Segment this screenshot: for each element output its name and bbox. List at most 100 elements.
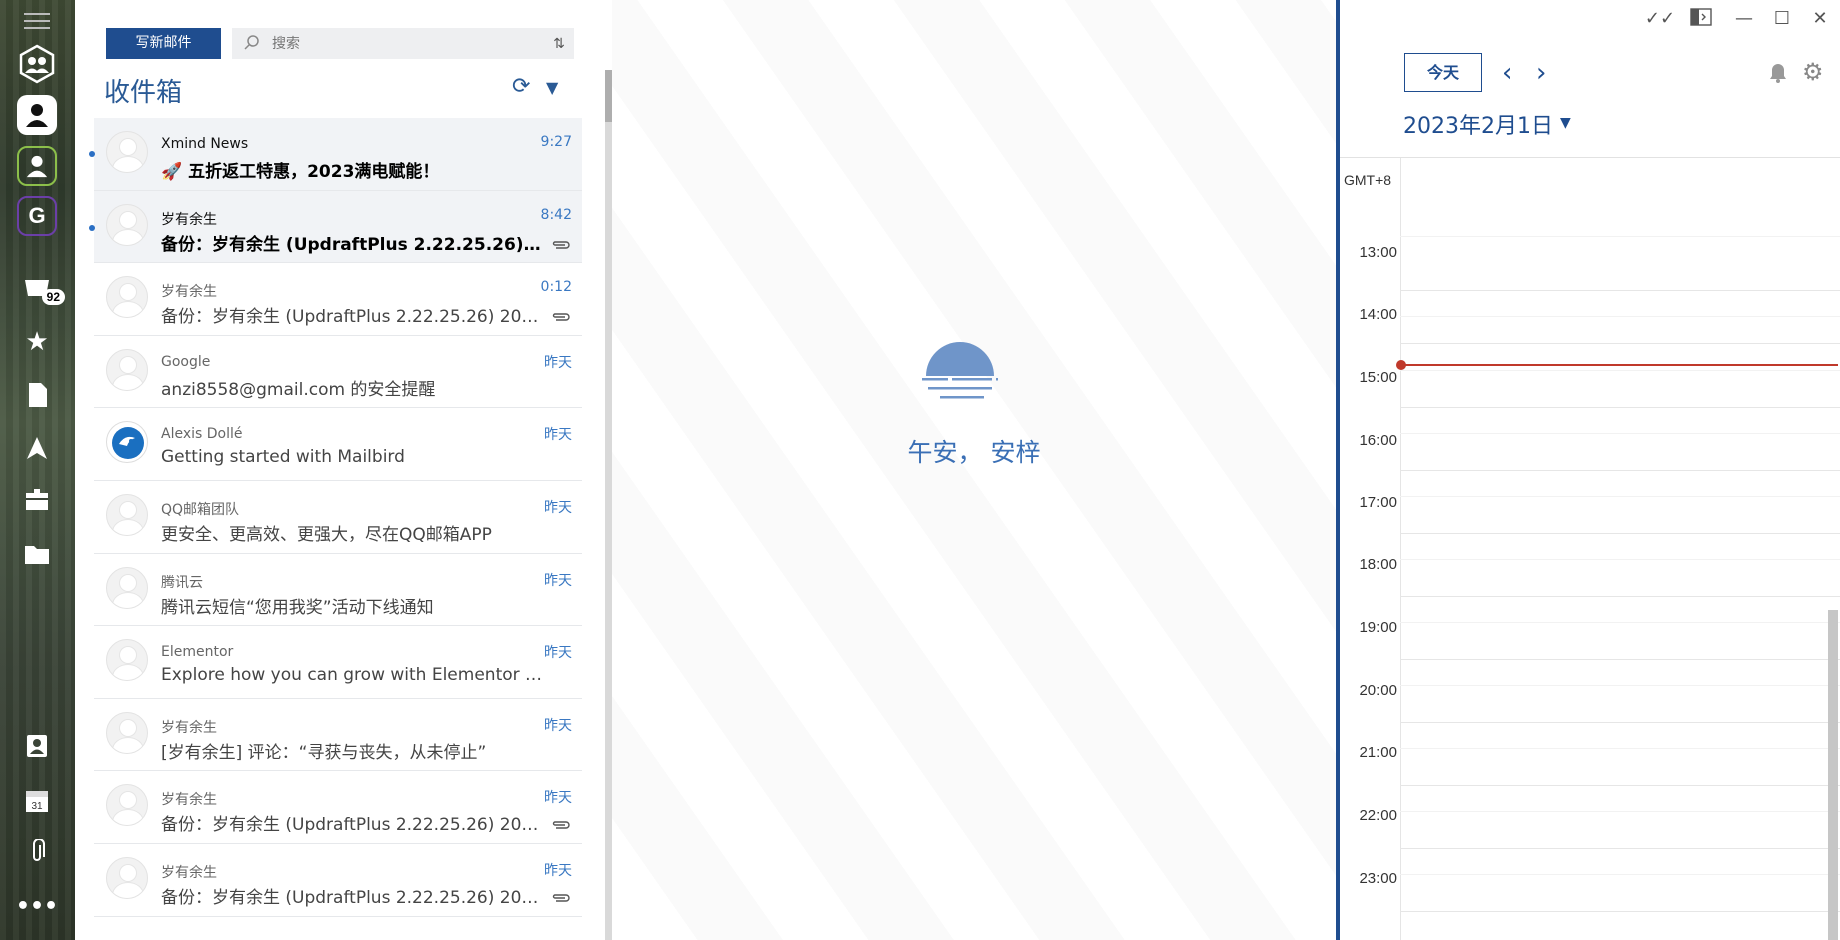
search-input[interactable]	[260, 28, 544, 59]
day-grid[interactable]	[1400, 158, 1840, 940]
hour-line	[1400, 407, 1840, 408]
message-sender: Google	[161, 353, 211, 370]
hour-line	[1400, 470, 1840, 471]
bell-icon[interactable]	[1768, 62, 1788, 89]
contacts-icon[interactable]	[17, 726, 57, 766]
hour-line	[1400, 785, 1840, 786]
archive-icon[interactable]	[17, 480, 57, 520]
compose-button[interactable]: 写新邮件	[106, 28, 221, 59]
message-list-pane: 写新邮件 ⇅ 收件箱 ⟳ ▼ Xmind News 🚀 五折返工特惠，2023满…	[75, 0, 613, 940]
message-sender: 岁有余生	[161, 792, 217, 809]
today-button[interactable]: 今天	[1404, 53, 1482, 92]
sender-avatar	[106, 276, 148, 319]
account-3-google-avatar[interactable]: G	[17, 196, 57, 236]
more-icon[interactable]: •••	[16, 886, 58, 926]
calendar-date-title[interactable]: 2023年2月1日	[1403, 108, 1553, 140]
message-row[interactable]: Xmind News 🚀 五折返工特惠，2023满电赋能！ 9:27	[94, 118, 582, 191]
hour-line	[1400, 911, 1840, 912]
account-2-avatar[interactable]	[17, 146, 57, 186]
drafts-icon[interactable]	[17, 375, 57, 415]
hamburger-menu-icon[interactable]	[17, 6, 57, 36]
message-sender: 岁有余生	[161, 284, 217, 301]
half-hour-line	[1400, 685, 1840, 686]
gear-icon[interactable]: ⚙	[1802, 58, 1824, 86]
message-row[interactable]: 岁有余生 [岁有余生] 评论：“寻获与丧失，从未停止” 昨天	[94, 699, 582, 772]
sort-icon[interactable]: ⇅	[544, 36, 574, 52]
left-rail: G 92 ★ 31 •••	[0, 0, 75, 940]
message-sender: 岁有余生	[161, 864, 217, 881]
sunset-illustration-icon	[922, 342, 998, 399]
hour-label: 19:00	[1359, 619, 1397, 636]
message-sender: QQ邮箱团队	[161, 501, 240, 518]
half-hour-line	[1400, 236, 1840, 237]
mark-all-read-icon[interactable]: ✓✓	[1640, 8, 1680, 32]
message-list: Xmind News 🚀 五折返工特惠，2023满电赋能！ 9:27 岁有余生 …	[94, 118, 582, 917]
sender-avatar	[106, 639, 148, 682]
message-subject: 🚀 五折返工特惠，2023满电赋能！	[161, 162, 440, 182]
attachments-icon[interactable]	[17, 832, 57, 872]
chevron-left-icon[interactable]: ‹	[1502, 58, 1512, 88]
mailbird-window: G 92 ★ 31 ••• 写新邮件 搜索 ⇅ 收件箱 ⟳ ▼ Xmind Ne…	[0, 0, 1840, 940]
message-sender: Alexis Dollé	[161, 426, 243, 443]
message-time: 8:42	[540, 206, 572, 223]
maximize-icon[interactable]: ☐	[1762, 8, 1802, 32]
message-time: 昨天	[544, 499, 572, 516]
unread-dot	[89, 225, 95, 231]
folders-icon[interactable]	[17, 534, 57, 574]
hour-label: 14:00	[1359, 306, 1397, 323]
sender-avatar	[106, 131, 148, 173]
hour-line	[1400, 596, 1840, 597]
unified-accounts-icon[interactable]	[17, 44, 57, 84]
message-row[interactable]: Elementor Explore how you can grow with …	[94, 626, 582, 699]
starred-icon[interactable]: ★	[17, 322, 57, 362]
calendar-31-icon[interactable]: 31	[17, 780, 57, 820]
sender-avatar	[106, 856, 148, 899]
message-sender: 腾讯云	[161, 574, 203, 591]
toggle-pane-icon[interactable]	[1681, 8, 1721, 32]
folder-title: 收件箱	[104, 78, 183, 108]
message-row[interactable]: 岁有余生 备份：岁有余生 (UpdraftPlus 2.22.25.26) 20…	[94, 844, 582, 917]
sender-avatar	[106, 203, 148, 246]
hour-label: 21:00	[1359, 744, 1397, 761]
current-time-dot	[1396, 360, 1406, 370]
minimize-icon[interactable]: —	[1724, 8, 1764, 32]
chevron-down-icon[interactable]: ▼	[1560, 115, 1571, 131]
message-subject: Explore how you can grow with Elementor …	[161, 665, 546, 686]
paperclip-icon	[552, 307, 570, 326]
message-row[interactable]: 岁有余生 备份：岁有余生 (UpdraftPlus 2.22.25.26) 20…	[94, 190, 582, 264]
message-row[interactable]: 岁有余生 备份：岁有余生 (UpdraftPlus 2.22.25.26) 20…	[94, 771, 582, 844]
message-row[interactable]: Alexis Dollé Getting started with Mailbi…	[94, 408, 582, 481]
calendar-scrollbar[interactable]	[1828, 610, 1838, 940]
message-row[interactable]: 岁有余生 备份：岁有余生 (UpdraftPlus 2.22.25.26) 20…	[94, 263, 582, 336]
folder-dropdown-icon[interactable]: ▼	[546, 78, 558, 97]
message-row[interactable]: Google anzi8558@gmail.com 的安全提醒 昨天	[94, 336, 582, 409]
message-row[interactable]: 腾讯云 腾讯云短信“您用我奖”活动下线通知 昨天	[94, 554, 582, 627]
message-subject: [岁有余生] 评论：“寻获与丧失，从未停止”	[161, 742, 487, 763]
hour-label: 18:00	[1359, 556, 1397, 573]
hour-line	[1400, 343, 1840, 344]
hour-line	[1400, 290, 1840, 291]
hour-line	[1400, 533, 1840, 534]
close-icon[interactable]: ✕	[1800, 8, 1840, 32]
message-sender: Xmind News	[161, 136, 249, 152]
message-row[interactable]: QQ邮箱团队 更安全、更高效、更强大，尽在QQ邮箱APP 昨天	[94, 481, 582, 554]
hour-line	[1400, 722, 1840, 723]
current-time-line	[1400, 364, 1838, 366]
hour-label: 22:00	[1359, 807, 1397, 824]
search-icon	[244, 34, 260, 54]
chevron-right-icon[interactable]: ›	[1536, 58, 1546, 88]
message-time: 昨天	[544, 862, 572, 879]
message-subject: anzi8558@gmail.com 的安全提醒	[161, 379, 436, 400]
hour-line	[1400, 848, 1840, 849]
message-sender: Elementor	[161, 644, 234, 661]
sender-avatar	[106, 711, 148, 754]
message-time: 昨天	[544, 645, 572, 662]
account-1-avatar[interactable]	[17, 95, 57, 135]
unread-dot	[89, 151, 95, 157]
message-subject: 备份：岁有余生 (UpdraftPlus 2.22.25.26) 2023...	[161, 815, 546, 836]
refresh-icon[interactable]: ⟳	[512, 74, 530, 99]
sent-icon[interactable]	[17, 428, 57, 468]
paperclip-icon	[552, 815, 570, 834]
unread-folder-icon[interactable]: 92	[17, 268, 65, 308]
sender-avatar	[106, 493, 148, 536]
